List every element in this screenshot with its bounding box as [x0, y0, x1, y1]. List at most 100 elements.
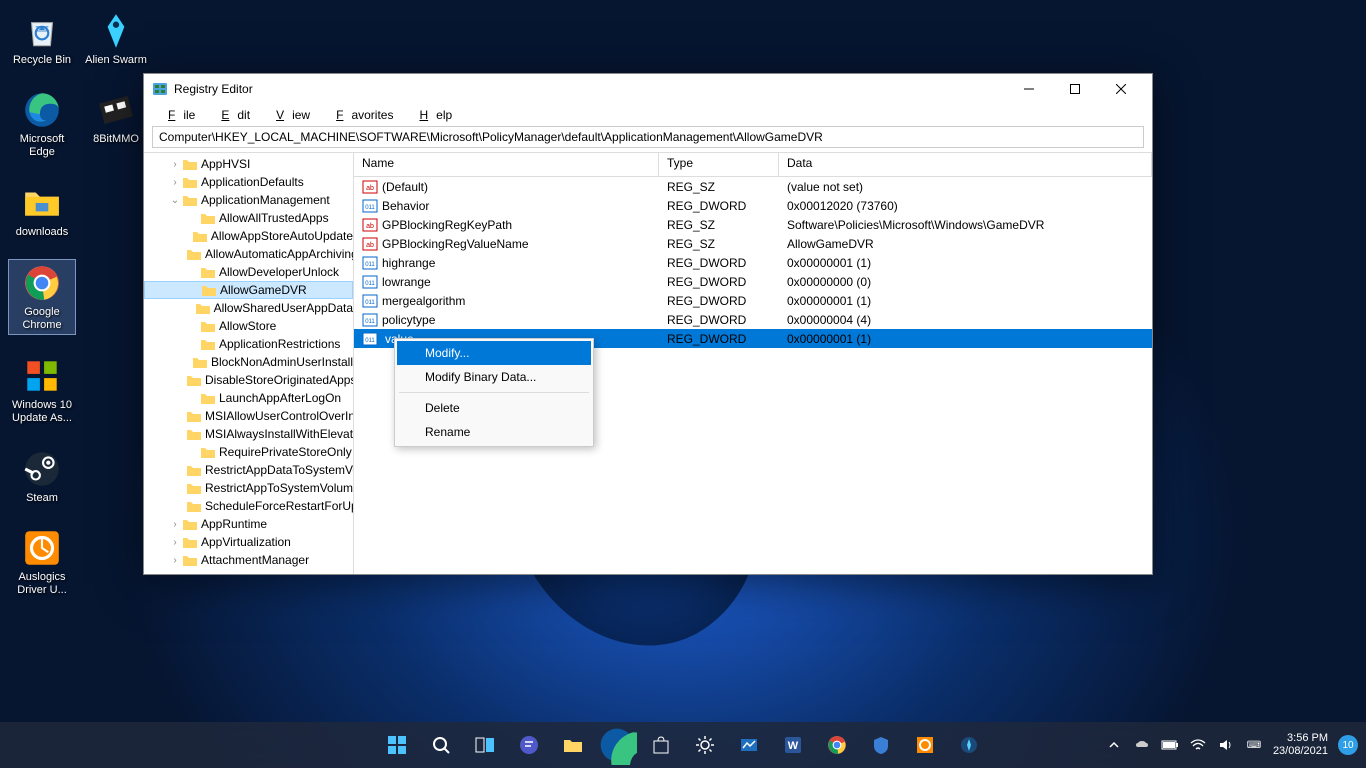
value-row[interactable]: 011policytypeREG_DWORD0x00000004 (4)	[354, 310, 1152, 329]
col-data[interactable]: Data	[779, 153, 1152, 176]
taskbar-chrome-icon[interactable]: >	[817, 725, 857, 765]
chevron-up-icon[interactable]	[1105, 736, 1123, 754]
col-type[interactable]: Type	[659, 153, 779, 176]
taskbar-word-icon[interactable]: W	[773, 725, 813, 765]
menu-file[interactable]: File	[152, 106, 203, 124]
icon-label: 8BitMMO	[93, 133, 139, 146]
taskbar-app1-icon[interactable]	[729, 725, 769, 765]
tree-node-allowshareduserappdata[interactable]: AllowSharedUserAppData	[144, 299, 353, 317]
tree-node-disablestoreoriginatedapps[interactable]: DisableStoreOriginatedApps	[144, 371, 353, 389]
expand-icon[interactable]: ›	[168, 555, 182, 566]
column-headers[interactable]: Name Type Data	[354, 153, 1152, 177]
tree-node-allowautomaticapparchiving[interactable]: AllowAutomaticAppArchiving	[144, 245, 353, 263]
taskbar-chat-icon[interactable]	[509, 725, 549, 765]
maximize-button[interactable]	[1052, 74, 1098, 104]
tree-node-apphvsi[interactable]: ›AppHVSI	[144, 155, 353, 173]
taskbar-task-view-icon[interactable]	[465, 725, 505, 765]
desktop-icon-downloads[interactable]: downloads	[8, 180, 76, 241]
volume-icon[interactable]	[1217, 736, 1235, 754]
tree-node-applicationmanagement[interactable]: ⌄ ApplicationManagement	[144, 191, 353, 209]
tree-node-applicationdefaults[interactable]: › ApplicationDefaults	[144, 173, 353, 191]
expand-icon[interactable]: ›	[168, 159, 182, 170]
taskbar-settings-icon[interactable]	[685, 725, 725, 765]
desktop-icon-windows-10-update-as-[interactable]: Windows 10 Update As...	[8, 353, 76, 427]
taskbar-search-icon[interactable]	[421, 725, 461, 765]
icon-label: Auslogics Driver U...	[10, 571, 74, 597]
tree-node-allowalltrustedapps[interactable]: AllowAllTrustedApps	[144, 209, 353, 227]
taskbar-security-icon[interactable]	[861, 725, 901, 765]
tree-node-allowgamedvr[interactable]: AllowGameDVR	[144, 281, 353, 299]
desktop-icon-recycle-bin[interactable]: Recycle Bin	[8, 8, 76, 69]
menu-edit[interactable]: Edit	[205, 106, 258, 124]
language-icon[interactable]: ⌨	[1245, 736, 1263, 754]
ctx-modify[interactable]: Modify...	[397, 341, 591, 365]
wifi-icon[interactable]	[1189, 736, 1207, 754]
value-name: abGPBlockingRegKeyPath	[354, 217, 659, 233]
tree-node-msiallowusercontroloverinstall[interactable]: MSIAllowUserControlOverInstall	[144, 407, 353, 425]
ctx-rename[interactable]: Rename	[397, 420, 591, 444]
value-rows[interactable]: ab(Default)REG_SZ(value not set)011Behav…	[354, 177, 1152, 574]
clock[interactable]: 3:56 PM 23/08/2021	[1273, 732, 1328, 758]
expand-icon[interactable]: ›	[168, 537, 182, 548]
value-type: REG_DWORD	[659, 199, 779, 213]
desktop-icon-google-chrome[interactable]: Google Chrome	[8, 259, 76, 335]
tree-node-allowappstoreautoupdate[interactable]: AllowAppStoreAutoUpdate	[144, 227, 353, 245]
close-button[interactable]	[1098, 74, 1144, 104]
value-list-pane: Name Type Data ab(Default)REG_SZ(value n…	[354, 153, 1152, 574]
tree-node-requireprivatestoreonly[interactable]: RequirePrivateStoreOnly	[144, 443, 353, 461]
desktop-icon-microsoft-edge[interactable]: Microsoft Edge	[8, 87, 76, 161]
expand-icon[interactable]: ⌄	[168, 195, 182, 206]
ctx-delete[interactable]: Delete	[397, 396, 591, 420]
tree-label: ApplicationManagement	[201, 193, 330, 207]
tree-node-blocknonadminuserinstall[interactable]: BlockNonAdminUserInstall	[144, 353, 353, 371]
svg-text:011: 011	[365, 319, 375, 325]
value-row[interactable]: 011lowrangeREG_DWORD0x00000000 (0)	[354, 272, 1152, 291]
titlebar[interactable]: Registry Editor	[144, 74, 1152, 104]
taskbar[interactable]: W> ⌨ 3:56 PM 23/08/2021 10	[0, 722, 1366, 768]
tree-node-appvirtualization[interactable]: ›AppVirtualization	[144, 533, 353, 551]
registry-tree[interactable]: ›AppHVSI›ApplicationDefaults⌄Application…	[144, 153, 354, 574]
address-bar[interactable]: Computer\HKEY_LOCAL_MACHINE\SOFTWARE\Mic…	[152, 126, 1144, 148]
taskbar-app3-icon[interactable]	[949, 725, 989, 765]
desktop-icon-steam[interactable]: Steam	[8, 446, 76, 507]
value-row[interactable]: 011BehaviorREG_DWORD0x00012020 (73760)	[354, 196, 1152, 215]
taskbar-store-icon[interactable]	[641, 725, 681, 765]
time-text: 3:56 PM	[1273, 732, 1328, 745]
tree-node-appruntime[interactable]: ›AppRuntime	[144, 515, 353, 533]
system-tray[interactable]: ⌨ 3:56 PM 23/08/2021 10	[1105, 732, 1358, 758]
menu-help[interactable]: Help	[403, 106, 460, 124]
value-row[interactable]: abGPBlockingRegValueNameREG_SZAllowGameD…	[354, 234, 1152, 253]
tree-node-applicationrestrictions[interactable]: ApplicationRestrictions	[144, 335, 353, 353]
notification-badge[interactable]: 10	[1338, 735, 1358, 755]
col-name[interactable]: Name	[354, 153, 659, 176]
onedrive-icon[interactable]	[1133, 736, 1151, 754]
value-row[interactable]: abGPBlockingRegKeyPathREG_SZSoftware\Pol…	[354, 215, 1152, 234]
expand-icon[interactable]: ›	[168, 177, 182, 188]
desktop-icon-8bitmmo[interactable]: 8BitMMO	[82, 87, 150, 148]
taskbar-file-explorer-icon[interactable]	[553, 725, 593, 765]
tree-node-attachmentmanager[interactable]: ›AttachmentManager	[144, 551, 353, 569]
minimize-button[interactable]	[1006, 74, 1052, 104]
tree-node-scheduleforcerestartforupdatefailures[interactable]: ScheduleForceRestartForUpdateFailures	[144, 497, 353, 515]
tree-node-msialwaysinstallwithelevatedprivileges[interactable]: MSIAlwaysInstallWithElevatedPrivileges	[144, 425, 353, 443]
tree-label: ApplicationDefaults	[201, 175, 304, 189]
menu-favorites[interactable]: Favorites	[320, 106, 401, 124]
value-row[interactable]: ab(Default)REG_SZ(value not set)	[354, 177, 1152, 196]
desktop-icon-auslogics-driver-u-[interactable]: Auslogics Driver U...	[8, 525, 76, 599]
expand-icon[interactable]: ›	[168, 519, 182, 530]
ctx-modify-binary-data[interactable]: Modify Binary Data...	[397, 365, 591, 389]
value-row[interactable]: 011mergealgorithmREG_DWORD0x00000001 (1)	[354, 291, 1152, 310]
value-row[interactable]: 011highrangeREG_DWORD0x00000001 (1)	[354, 253, 1152, 272]
tree-node-restrictappdatatosystemvolume[interactable]: RestrictAppDataToSystemVolume	[144, 461, 353, 479]
tree-node-restrictapptosystemvolume[interactable]: RestrictAppToSystemVolume	[144, 479, 353, 497]
tree-node-allowdeveloperunlock[interactable]: AllowDeveloperUnlock	[144, 263, 353, 281]
taskbar-edge-icon[interactable]	[597, 725, 637, 765]
taskbar-app2-icon[interactable]	[905, 725, 945, 765]
menu-view[interactable]: View	[260, 106, 318, 124]
tree-node-allowstore[interactable]: AllowStore	[144, 317, 353, 335]
battery-icon[interactable]	[1161, 736, 1179, 754]
desktop-icon-alien-swarm[interactable]: Alien Swarm	[82, 8, 150, 69]
taskbar-start-icon[interactable]	[377, 725, 417, 765]
desktop-icons-col1: Recycle Bin Microsoft Edge downloads Google…	[8, 8, 76, 599]
tree-node-launchappafterlogon[interactable]: LaunchAppAfterLogOn	[144, 389, 353, 407]
